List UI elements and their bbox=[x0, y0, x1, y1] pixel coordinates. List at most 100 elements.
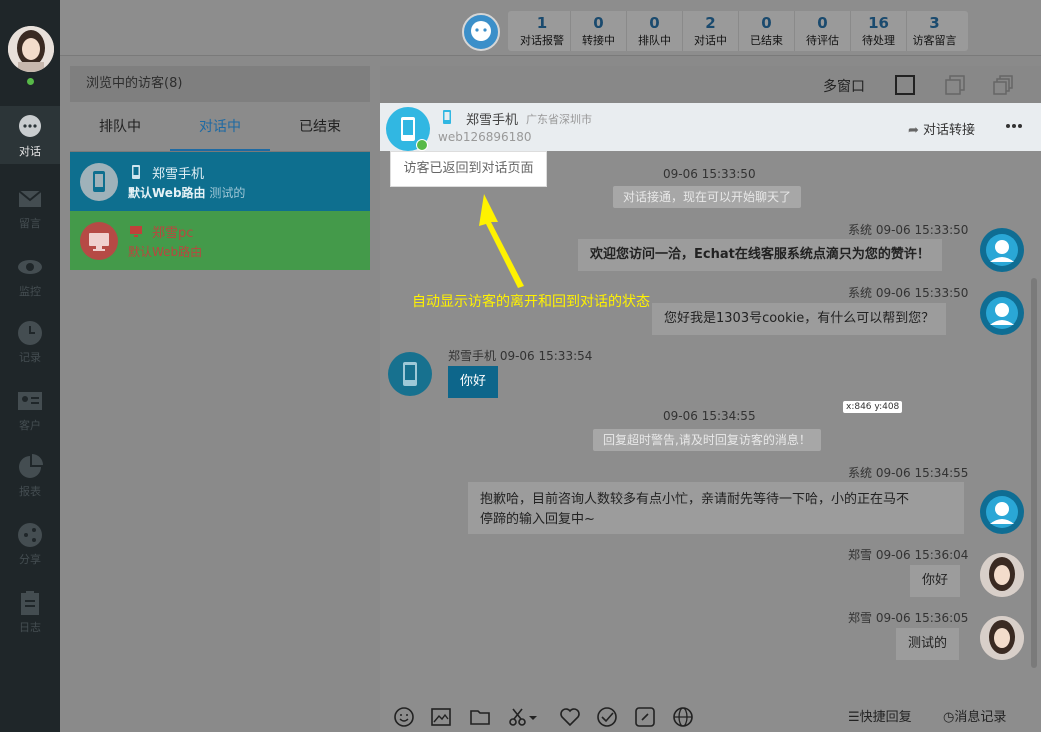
nav-label: 监控 bbox=[19, 285, 41, 298]
more-options-icon[interactable] bbox=[1004, 119, 1024, 133]
message-meta: 系统 09-06 15:33:50 bbox=[848, 286, 969, 300]
system-message: 您好我是1303号cookie，有什么可以帮到您？ bbox=[652, 303, 947, 335]
stat-transferring[interactable]: 0 转接中 bbox=[570, 11, 626, 51]
stat-visitor-messages[interactable]: 3 访客留言 bbox=[906, 11, 962, 51]
nav-label: 分享 bbox=[19, 553, 41, 566]
nav-chat[interactable]: 对话 bbox=[0, 106, 60, 164]
system-avatar bbox=[980, 291, 1024, 335]
system-notice: 对话接通，现在可以开始聊天了 bbox=[613, 186, 802, 208]
chat-icon bbox=[19, 115, 41, 137]
visitor-name: 郑雪pc bbox=[152, 226, 194, 241]
screenshot-scissors-icon[interactable] bbox=[507, 706, 529, 728]
message-time: 09-06 15:34:55 bbox=[663, 409, 756, 423]
message-history-button[interactable]: ◷消息记录 bbox=[943, 706, 1006, 725]
visitor-name: 郑雪手机 bbox=[152, 167, 205, 182]
transfer-button[interactable]: ➦ 对话转接 bbox=[908, 119, 975, 138]
system-message: 欢迎您访问一洽，Echat在线客服系统点滴只为您的赞许！ bbox=[578, 239, 942, 271]
tab-in-chat[interactable]: 对话中 bbox=[170, 102, 270, 151]
system-notice: 回复超时警告,请及时回复访客的消息！ bbox=[593, 429, 821, 451]
message-meta: 系统 09-06 15:33:50 bbox=[848, 223, 969, 237]
chat-visitor-name: 郑雪手机 bbox=[466, 113, 519, 128]
chat-visitor-id: web126896180 bbox=[438, 130, 532, 144]
agent-avatar bbox=[980, 553, 1024, 597]
folder-icon[interactable] bbox=[469, 706, 491, 728]
chevron-down-icon[interactable] bbox=[527, 706, 539, 728]
agent-avatar[interactable] bbox=[8, 26, 54, 87]
message-meta: 郑雪手机 09-06 15:33:54 bbox=[448, 349, 593, 363]
nav-message[interactable]: 留言 bbox=[0, 178, 60, 236]
agent-message: 你好 bbox=[910, 565, 961, 597]
chat-toolbar: ☰快捷回复 ◷消息记录 bbox=[380, 698, 1041, 732]
heart-icon[interactable] bbox=[559, 706, 581, 728]
stat-ended[interactable]: 0 已结束 bbox=[738, 11, 794, 51]
stat-pending[interactable]: 16 待处理 bbox=[850, 11, 906, 51]
multi-window-label[interactable]: 多窗口 bbox=[823, 76, 865, 96]
quick-reply-button[interactable]: ☰快捷回复 bbox=[848, 706, 912, 725]
globe-icon[interactable] bbox=[672, 706, 694, 728]
nav-customers[interactable]: 客户 bbox=[0, 380, 60, 438]
eye-icon bbox=[18, 260, 42, 274]
system-avatar bbox=[980, 490, 1024, 534]
nav-label: 记录 bbox=[19, 351, 41, 364]
window-bar: 多窗口 bbox=[380, 66, 1041, 103]
top-stats-bar: 1 对话报警 0 转接中 0 排队中 2 对话中 0 已结束 0 待评估 16 待处理 3 访客… bbox=[60, 0, 1041, 56]
stat-in-chat[interactable]: 2 对话中 bbox=[682, 11, 738, 51]
tab-ended[interactable]: 已结束 bbox=[270, 102, 370, 151]
evaluate-check-icon[interactable] bbox=[596, 706, 618, 728]
nav-reports[interactable]: 报表 bbox=[0, 446, 60, 504]
stat-alert[interactable]: 1 对话报警 bbox=[514, 11, 570, 51]
message-time: 09-06 15:33:50 bbox=[663, 167, 756, 181]
visitor-route: 默认Web路由 bbox=[128, 245, 203, 259]
cursor-coordinate: x:846 y:408 bbox=[843, 401, 903, 413]
visitor-panel-title: 浏览中的访客(8) bbox=[70, 66, 370, 102]
left-sidebar: 对话 留言 监控 记录 客户 报表 分享 日志 bbox=[0, 0, 60, 732]
multi-window-icon[interactable] bbox=[993, 75, 1013, 95]
brand-logo-icon bbox=[462, 13, 500, 51]
nav-logs[interactable]: 日志 bbox=[0, 582, 60, 640]
message-meta: 系统 09-06 15:34:55 bbox=[848, 466, 969, 480]
desktop-icon bbox=[130, 226, 142, 237]
online-check-icon bbox=[416, 139, 428, 151]
nav-label: 留言 bbox=[19, 217, 41, 230]
link-icon[interactable] bbox=[634, 706, 656, 728]
contact-card-icon bbox=[18, 392, 42, 410]
nav-label: 日志 bbox=[19, 621, 41, 634]
visitor-avatar bbox=[80, 222, 118, 260]
nav-label: 客户 bbox=[19, 419, 41, 432]
clipboard-icon bbox=[21, 591, 39, 615]
visitor-item[interactable]: 郑雪pc 默认Web路由 bbox=[70, 211, 370, 270]
mobile-icon bbox=[132, 165, 140, 179]
visitor-status-tooltip: 访客已返回到对话页面 bbox=[390, 151, 547, 187]
visitor-message: 你好 bbox=[448, 366, 499, 398]
message-meta: 郑雪 09-06 15:36:05 bbox=[848, 611, 969, 625]
chat-scrollbar[interactable] bbox=[1031, 278, 1037, 668]
nav-records[interactable]: 记录 bbox=[0, 312, 60, 370]
mobile-icon bbox=[443, 110, 451, 124]
clock-icon: ◷ bbox=[943, 710, 955, 725]
nav-label: 报表 bbox=[19, 485, 41, 498]
stat-queue[interactable]: 0 排队中 bbox=[626, 11, 682, 51]
share-icon bbox=[18, 523, 42, 547]
nav-monitor[interactable]: 监控 bbox=[0, 246, 60, 304]
annotation-arrow-icon bbox=[479, 194, 524, 288]
single-window-icon[interactable] bbox=[895, 75, 915, 95]
list-icon: ☰ bbox=[848, 710, 860, 725]
stat-to-evaluate[interactable]: 0 待评估 bbox=[794, 11, 850, 51]
pie-chart-icon bbox=[19, 454, 43, 478]
system-message: 抱歉哈，目前咨询人数较多有点小忙，亲请耐先等待一下哈，小的正在马不 停蹄的输入回… bbox=[468, 482, 964, 534]
online-status-icon bbox=[25, 76, 36, 87]
stats-group: 1 对话报警 0 转接中 0 排队中 2 对话中 0 已结束 0 待评估 16 待处理 3 访客… bbox=[508, 11, 968, 51]
chat-header: 郑雪手机 广东省深圳市 web126896180 ➦ 对话转接 bbox=[380, 103, 1041, 151]
share-arrow-icon: ➦ bbox=[908, 123, 924, 138]
chat-visitor-location: 广东省深圳市 bbox=[526, 113, 592, 126]
nav-label: 对话 bbox=[19, 145, 41, 158]
nav-share[interactable]: 分享 bbox=[0, 514, 60, 572]
image-icon[interactable] bbox=[430, 706, 452, 728]
dual-window-icon[interactable] bbox=[945, 75, 965, 95]
tab-queue[interactable]: 排队中 bbox=[70, 102, 170, 151]
visitor-avatar bbox=[388, 352, 432, 396]
visitor-item[interactable]: 郑雪手机 默认Web路由 测试的 bbox=[70, 152, 370, 211]
visitor-panel: 浏览中的访客(8) 排队中 对话中 已结束 郑雪手机 默认Web路由 测试的 郑… bbox=[70, 66, 370, 732]
system-avatar bbox=[980, 228, 1024, 272]
emoji-icon[interactable] bbox=[393, 706, 415, 728]
